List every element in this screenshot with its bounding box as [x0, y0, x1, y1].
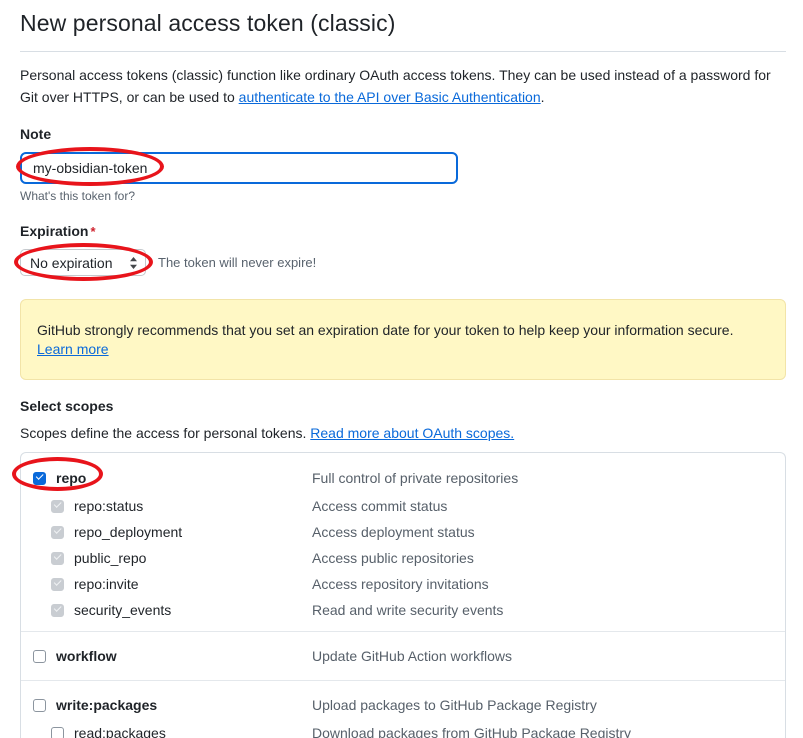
scope-row-repo:invite[interactable]: repo:invite Access repository invitations [21, 571, 785, 597]
scope-group: workflow Update GitHub Action workflows [21, 632, 785, 681]
scope-description: Upload packages to GitHub Package Regist… [312, 697, 597, 713]
checkbox-repo:invite [51, 578, 64, 591]
scope-group: repo Full control of private repositories… [21, 453, 785, 632]
checkbox-read:packages[interactable] [51, 727, 64, 738]
checkmark-icon [54, 578, 61, 585]
expiration-selected-value: No expiration [30, 255, 125, 271]
checkmark-icon [54, 500, 61, 507]
checkmark-icon [54, 552, 61, 559]
checkmark-icon [36, 472, 43, 479]
checkmark-icon [54, 604, 61, 611]
scope-description: Access commit status [312, 498, 447, 514]
intro-paragraph: Personal access tokens (classic) functio… [20, 64, 786, 108]
scope-name: repo:invite [74, 576, 139, 592]
scope-description: Download packages from GitHub Package Re… [312, 725, 631, 738]
checkbox-workflow[interactable] [33, 650, 46, 663]
required-asterisk: * [90, 224, 95, 239]
scope-row-workflow[interactable]: workflow Update GitHub Action workflows [21, 641, 785, 671]
basic-auth-link[interactable]: authenticate to the API over Basic Authe… [239, 89, 541, 105]
scope-row-public_repo[interactable]: public_repo Access public repositories [21, 545, 785, 571]
scope-name: repo_deployment [74, 524, 182, 540]
checkbox-repo_deployment [51, 526, 64, 539]
scope-group: write:packages Upload packages to GitHub … [21, 681, 785, 738]
checkbox-write:packages[interactable] [33, 699, 46, 712]
checkbox-repo:status [51, 500, 64, 513]
checkmark-icon [54, 526, 61, 533]
note-label: Note [20, 126, 51, 142]
scope-row-repo_deployment[interactable]: repo_deployment Access deployment status [21, 519, 785, 545]
scope-name: workflow [56, 648, 117, 664]
select-scopes-label: Select scopes [20, 398, 113, 414]
scope-name: security_events [74, 602, 171, 618]
scope-row-repo[interactable]: repo Full control of private repositories [21, 463, 785, 493]
scope-description: Read and write security events [312, 602, 503, 618]
scope-description: Access public repositories [312, 550, 474, 566]
expiration-label-text: Expiration [20, 223, 88, 239]
checkbox-public_repo [51, 552, 64, 565]
scope-name: repo:status [74, 498, 143, 514]
title-divider [20, 51, 786, 52]
warning-learn-more-link[interactable]: Learn more [37, 341, 109, 357]
checkbox-security_events [51, 604, 64, 617]
scope-description: Full control of private repositories [312, 470, 518, 486]
intro-text-after: . [541, 89, 545, 105]
scope-name: write:packages [56, 697, 157, 713]
note-hint: What's this token for? [20, 189, 135, 203]
scope-name: read:packages [74, 725, 166, 738]
expiration-note: The token will never expire! [158, 255, 316, 270]
expiration-warning-banner: GitHub strongly recommends that you set … [20, 299, 786, 380]
scopes-description: Scopes define the access for personal to… [20, 425, 514, 441]
note-input[interactable] [20, 152, 458, 184]
warning-text: GitHub strongly recommends that you set … [37, 320, 733, 340]
expiration-label: Expiration* [20, 223, 96, 239]
scope-description: Access repository invitations [312, 576, 489, 592]
scope-name: public_repo [74, 550, 146, 566]
new-token-page: New personal access token (classic) Pers… [0, 0, 803, 738]
scope-row-write:packages[interactable]: write:packages Upload packages to GitHub … [21, 690, 785, 720]
scope-row-read:packages[interactable]: read:packages Download packages from GitH… [21, 720, 785, 738]
page-title: New personal access token (classic) [20, 10, 395, 37]
scope-description: Update GitHub Action workflows [312, 648, 512, 664]
scope-description: Access deployment status [312, 524, 475, 540]
select-updown-chevron-icon [129, 256, 138, 270]
scopes-list: repo Full control of private repositories… [20, 452, 786, 738]
expiration-select[interactable]: No expiration [20, 249, 146, 276]
scope-row-security_events[interactable]: security_events Read and write security e… [21, 597, 785, 623]
scopes-description-text: Scopes define the access for personal to… [20, 425, 310, 441]
checkbox-repo[interactable] [33, 472, 46, 485]
scope-name: repo [56, 470, 86, 486]
scope-row-repo:status[interactable]: repo:status Access commit status [21, 493, 785, 519]
oauth-scopes-link[interactable]: Read more about OAuth scopes. [310, 425, 514, 441]
